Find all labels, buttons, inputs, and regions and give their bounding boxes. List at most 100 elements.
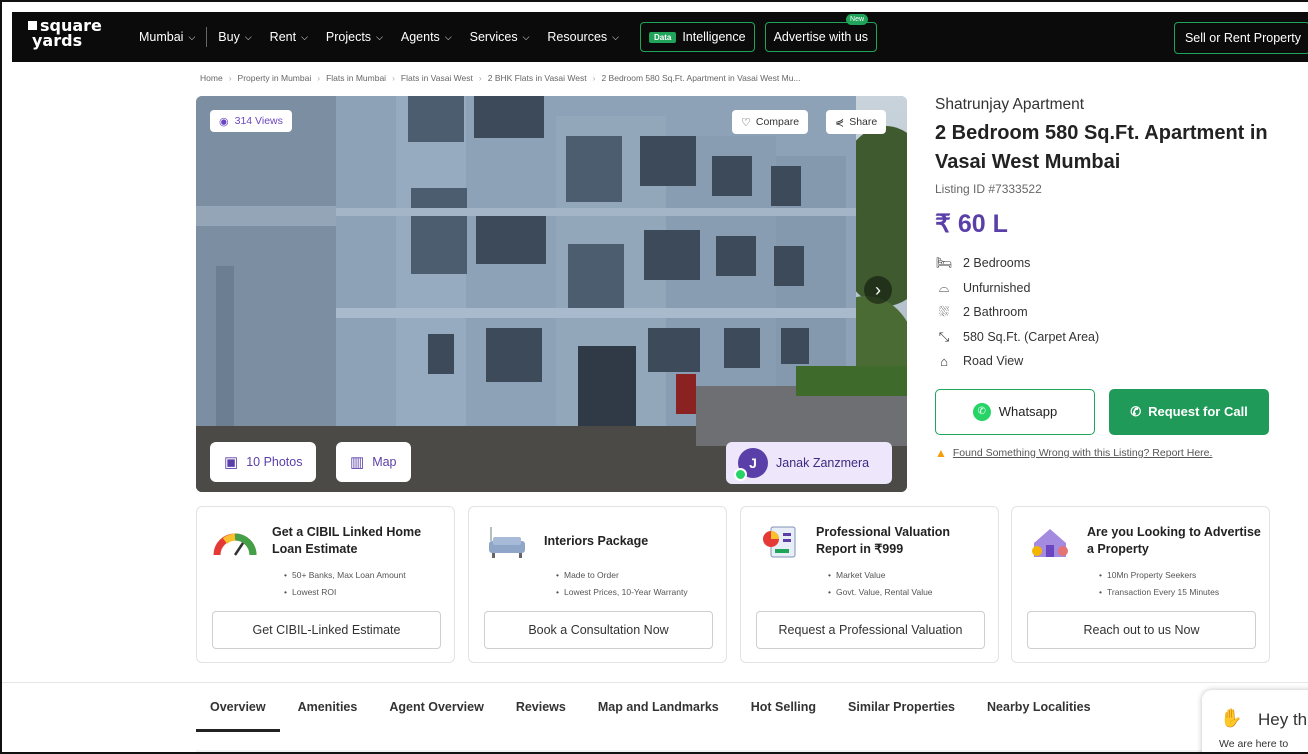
tab-hot-selling[interactable]: Hot Selling: [737, 692, 830, 722]
breadcrumb: Home › Property in Mumbai › Flats in Mumba…: [200, 73, 801, 83]
valuation-report-icon: [763, 526, 796, 558]
feature-label: 2 Bedrooms: [963, 256, 1031, 271]
data-intelligence-button[interactable]: Data Intelligence: [639, 22, 755, 52]
chevron-down-icon: ⌵: [188, 31, 196, 42]
card-bullets: Market Value Govt. Value, Rental Value: [828, 567, 933, 601]
advertise-button[interactable]: New Advertise with us: [764, 14, 878, 52]
nav-services-label: Services: [469, 30, 518, 44]
feature-label: 580 Sq.Ft. (Carpet Area): [963, 329, 1100, 344]
data-badge: Data: [648, 31, 677, 43]
house-advertise-icon: [1032, 529, 1068, 557]
agent-chip[interactable]: J Janak Zanzmera: [726, 442, 892, 484]
feature-furnishing: ⌓ Unfurnished: [935, 276, 1275, 301]
feature-bedrooms: 🛏 2 Bedrooms: [935, 251, 1275, 276]
city-selector[interactable]: Mumbai ⌵: [130, 30, 204, 44]
breadcrumb-item[interactable]: Flats in Vasai West: [401, 73, 473, 83]
tab-agent-overview[interactable]: Agent Overview: [375, 692, 497, 722]
next-photo-button[interactable]: ›: [864, 276, 892, 304]
card-bullets: 10Mn Property Seekers Transaction Every …: [1099, 567, 1219, 601]
card-title: Get a CIBIL Linked Home Loan Estimate: [272, 525, 422, 556]
breadcrumb-item[interactable]: 2 BHK Flats in Vasai West: [488, 73, 587, 83]
chat-subtext: We are here to: [1219, 738, 1289, 750]
report-link[interactable]: Found Something Wrong with this Listing?…: [953, 447, 1213, 459]
eye-icon: ◉: [219, 115, 229, 128]
square-yards-logo[interactable]: square yards: [28, 18, 102, 49]
share-label: Share: [849, 116, 878, 128]
feature-label: Unfurnished: [963, 280, 1031, 295]
breadcrumb-home[interactable]: Home: [200, 73, 223, 83]
phone-icon: ✆: [1130, 403, 1142, 419]
price: ₹ 60 L: [935, 210, 1008, 238]
warning-icon: ▲: [935, 445, 947, 460]
feature-label: 2 Bathroom: [963, 305, 1028, 320]
chat-greeting: Hey th: [1258, 710, 1308, 729]
map-button[interactable]: ▥ Map: [336, 442, 411, 482]
feature-area: ⤡ 580 Sq.Ft. (Carpet Area): [935, 325, 1275, 350]
card-bullet: Transaction Every 15 Minutes: [1099, 584, 1219, 601]
report-listing: ▲ Found Something Wrong with this Listin…: [935, 446, 1275, 460]
nav-resources-label: Resources: [547, 30, 608, 44]
sofa-icon: ⌓: [938, 279, 950, 295]
card-bullet: Made to Order: [556, 567, 688, 584]
tab-map-landmarks[interactable]: Map and Landmarks: [584, 692, 733, 722]
breadcrumb-item[interactable]: Flats in Mumbai: [326, 73, 386, 83]
breadcrumb-current: 2 Bedroom 580 Sq.Ft. Apartment in Vasai …: [601, 73, 801, 83]
photos-button[interactable]: ▣ 10 Photos: [210, 442, 317, 482]
feature-list: 🛏 2 Bedrooms ⌓ Unfurnished ⛆ 2 Bathroom ⤡ 58…: [935, 251, 1275, 374]
card-title: Professional Valuation Report in ₹999: [816, 525, 951, 556]
chevron-right-icon: ›: [875, 279, 881, 300]
agent-name: Janak Zanzmera: [776, 456, 870, 470]
whatsapp-label: Whatsapp: [998, 404, 1058, 419]
share-button[interactable]: ⋞ Share: [826, 110, 887, 134]
request-valuation-button[interactable]: Request a Professional Valuation: [756, 611, 985, 649]
nav-agents[interactable]: Agents ⌵: [392, 30, 461, 44]
chat-widget[interactable]: ✋ Hey th We are here to: [1202, 690, 1308, 752]
page-frame: square yards Mumbai ⌵ Buy ⌵ Rent ⌵ Projects…: [0, 0, 1308, 754]
logo-square-icon: [28, 21, 37, 30]
tab-reviews[interactable]: Reviews: [502, 692, 580, 722]
card-interiors: Interiors Package Made to Order Lowest P…: [468, 506, 727, 663]
chevron-right-icon: ›: [592, 73, 596, 83]
whatsapp-icon: ✆: [972, 402, 991, 421]
card-bullet: Lowest Prices, 10-Year Warranty: [556, 584, 688, 601]
cibil-estimate-button[interactable]: Get CIBIL-Linked Estimate: [212, 611, 441, 649]
views-count-chip: ◉ 314 Views: [210, 110, 292, 132]
reach-out-button[interactable]: Reach out to us Now: [1027, 611, 1256, 649]
nav-projects[interactable]: Projects ⌵: [317, 30, 392, 44]
waving-hand-icon: ✋: [1220, 708, 1243, 728]
avatar: J: [734, 448, 768, 481]
advertise-label: Advertise with us: [773, 30, 869, 44]
request-call-button[interactable]: ✆ Request for Call: [1109, 388, 1269, 435]
request-call-label: Request for Call: [1148, 404, 1248, 419]
gauge-icon: [213, 533, 257, 556]
chevron-down-icon: ⌵: [444, 31, 452, 42]
card-bullets: 50+ Banks, Max Loan Amount Lowest ROI: [284, 567, 406, 601]
road-view-icon: ⌂: [940, 353, 948, 369]
whatsapp-button[interactable]: ✆ Whatsapp: [935, 388, 1095, 435]
bed-icon: 🛏: [935, 255, 953, 271]
card-bullet: Govt. Value, Rental Value: [828, 584, 933, 601]
nav-buy[interactable]: Buy ⌵: [209, 30, 260, 44]
nav-services[interactable]: Services ⌵: [461, 30, 539, 44]
nav-menu: Mumbai ⌵ Buy ⌵ Rent ⌵ Projects ⌵ Agents ⌵ Ser…: [130, 12, 878, 62]
property-photo[interactable]: ◉ 314 Views ♡ Compare ⋞ Share › ▣ 10 Pho…: [196, 96, 907, 492]
nav-resources[interactable]: Resources ⌵: [538, 30, 628, 44]
sell-rent-button[interactable]: Sell or Rent Property: [1173, 22, 1308, 54]
compare-button[interactable]: ♡ Compare: [732, 110, 809, 134]
share-icon: ⋞: [835, 116, 845, 129]
tab-similar-properties[interactable]: Similar Properties: [834, 692, 969, 722]
tab-amenities[interactable]: Amenities: [284, 692, 372, 722]
tab-overview[interactable]: Overview: [196, 692, 280, 732]
breadcrumb-item[interactable]: Property in Mumbai: [238, 73, 312, 83]
tabs-divider: [2, 682, 1308, 683]
book-consultation-button[interactable]: Book a Consultation Now: [484, 611, 713, 649]
new-badge: New: [846, 14, 869, 25]
feature-bathrooms: ⛆ 2 Bathroom: [935, 300, 1275, 325]
tab-nearby-localities[interactable]: Nearby Localities: [973, 692, 1105, 722]
sofa-lamp-icon: [489, 527, 525, 558]
chevron-down-icon: ⌵: [244, 31, 252, 42]
project-name[interactable]: Shatrunjay Apartment: [935, 96, 1275, 114]
nav-rent[interactable]: Rent ⌵: [261, 30, 317, 44]
nav-agents-label: Agents: [400, 30, 440, 44]
map-label: Map: [372, 455, 397, 469]
